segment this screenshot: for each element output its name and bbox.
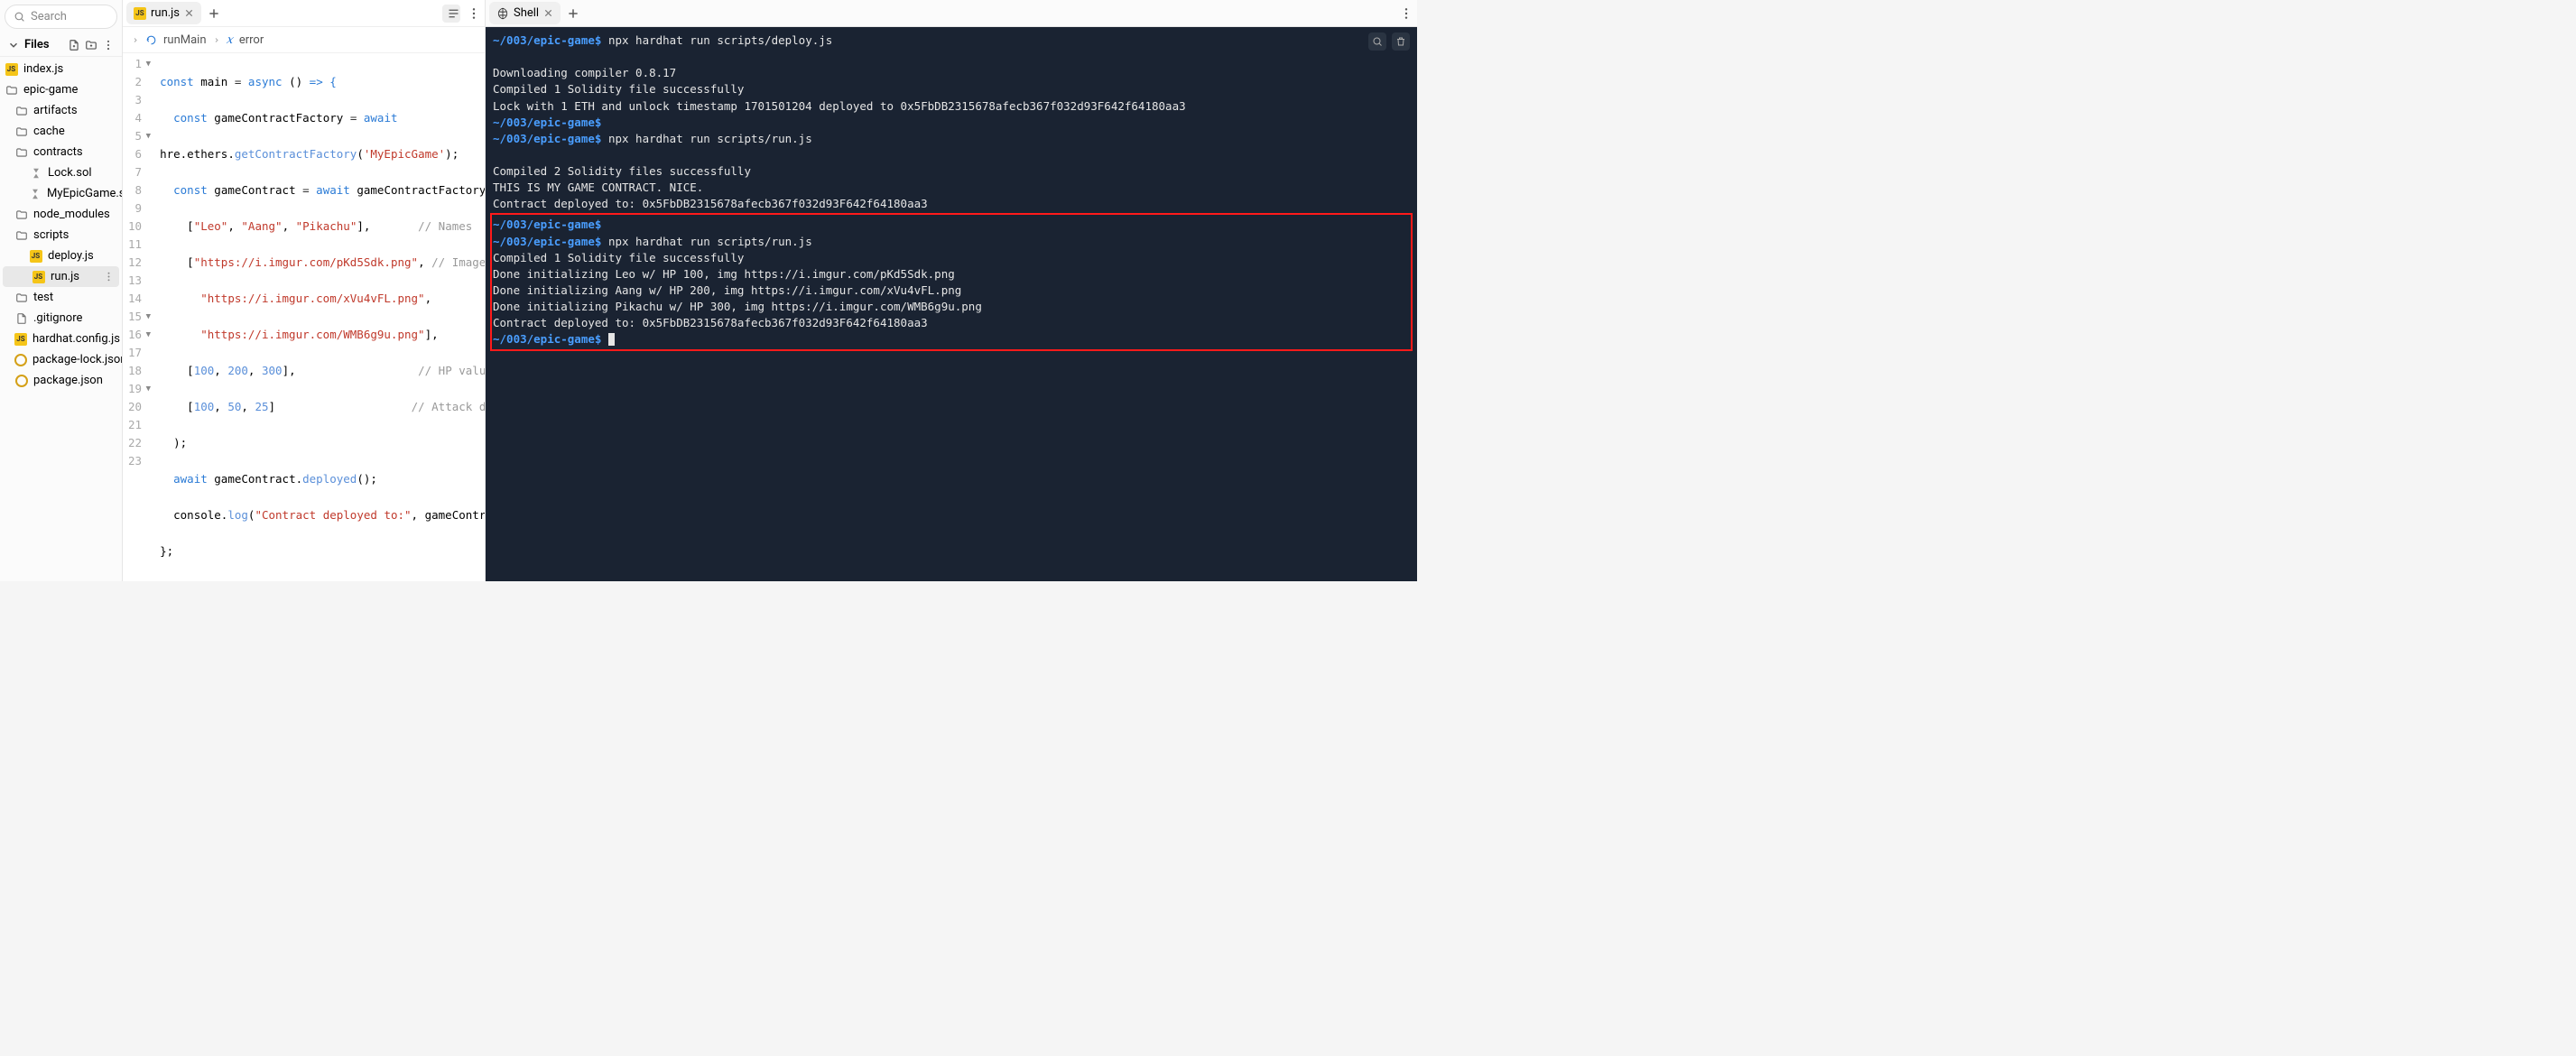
json-icon — [14, 354, 27, 366]
tree-item--gitignore[interactable]: .gitignore — [0, 308, 122, 329]
files-label: Files — [24, 38, 50, 51]
tree-item-label: deploy.js — [48, 249, 94, 263]
shell-icon — [496, 7, 509, 20]
tree-item-label: scripts — [33, 228, 69, 242]
tree-item-epic-game[interactable]: epic-game — [0, 79, 122, 100]
tree-item-node_modules[interactable]: node_modules — [0, 204, 122, 225]
tree-item-MyEpicGame-sol[interactable]: MyEpicGame.sol — [0, 183, 122, 204]
breadcrumb-var: error — [239, 33, 264, 47]
tree-item-test[interactable]: test — [0, 287, 122, 308]
tree-item-label: artifacts — [33, 104, 78, 117]
close-icon[interactable] — [543, 8, 553, 18]
tab-label: Shell — [514, 6, 539, 20]
tree-item-scripts[interactable]: scripts — [0, 225, 122, 245]
word-wrap-button[interactable] — [442, 5, 460, 23]
terminal-panel: Shell ~/003/epic-game$ npx hardhat run s… — [486, 0, 1417, 581]
terminal-tab-bar: Shell — [486, 0, 1417, 27]
tree-item-label: epic-game — [23, 83, 78, 97]
js-icon: JS — [134, 7, 146, 20]
breadcrumb-fn: runMain — [163, 33, 207, 47]
code-content: const main = async () => { const gameCon… — [147, 53, 485, 581]
tab-label: run.js — [151, 6, 180, 20]
tree-item-hardhat-config-js[interactable]: JS hardhat.config.js — [0, 329, 122, 349]
search-icon — [14, 11, 25, 23]
file-icon — [14, 311, 28, 325]
tree-item-label: MyEpicGame.sol — [47, 187, 122, 200]
fold-icon[interactable]: ▼ — [146, 310, 151, 323]
terminal-actions — [1368, 32, 1410, 51]
breadcrumb[interactable]: runMain 𝑥 error — [123, 27, 485, 53]
files-header[interactable]: Files — [0, 33, 122, 57]
variable-icon: 𝑥 — [227, 32, 233, 47]
tree-item-label: contracts — [33, 145, 83, 159]
tree-item-index-js[interactable]: JS index.js — [0, 59, 122, 79]
json-icon — [15, 375, 28, 387]
new-file-icon[interactable] — [68, 39, 80, 51]
tree-item-label: node_modules — [33, 208, 110, 221]
tree-item-label: package-lock.json — [32, 353, 122, 366]
search-input[interactable]: Search — [5, 5, 117, 29]
more-icon[interactable] — [467, 6, 481, 21]
new-tab-icon[interactable] — [567, 7, 579, 20]
tree-item-run-js[interactable]: JS run.js — [3, 266, 119, 287]
sidebar: Search Files JS index.js epic-game artifact… — [0, 0, 123, 581]
solidity-icon — [29, 187, 42, 200]
tree-item-label: .gitignore — [33, 311, 82, 325]
chevron-right-icon — [213, 34, 220, 46]
folder-icon — [14, 228, 28, 242]
editor-tab-runjs[interactable]: JS run.js — [126, 2, 201, 24]
function-icon — [145, 34, 157, 46]
new-tab-icon[interactable] — [208, 7, 220, 20]
tree-item-artifacts[interactable]: artifacts — [0, 100, 122, 121]
fold-icon[interactable]: ▼ — [146, 383, 151, 395]
tree-item-deploy-js[interactable]: JS deploy.js — [0, 245, 122, 266]
more-icon[interactable] — [1399, 6, 1413, 21]
line-gutter: 1▼2345▼6789101112131415▼16▼171819▼202122… — [123, 53, 147, 581]
tree-item-Lock-sol[interactable]: Lock.sol — [0, 162, 122, 183]
js-icon: JS — [30, 250, 42, 263]
file-tree: JS index.js epic-game artifacts cache contrac… — [0, 57, 122, 393]
tree-item-label: Lock.sol — [48, 166, 92, 180]
folder-icon — [14, 291, 28, 304]
editor-panel: JS run.js runMain 𝑥 error 1▼2345▼6789101… — [123, 0, 486, 581]
tree-item-package-json[interactable]: package.json — [0, 370, 122, 391]
fold-icon[interactable]: ▼ — [146, 329, 151, 341]
more-icon[interactable] — [102, 39, 115, 51]
folder-icon — [14, 145, 28, 159]
js-icon: JS — [32, 271, 45, 283]
tree-item-label: run.js — [51, 270, 79, 283]
tree-item-cache[interactable]: cache — [0, 121, 122, 142]
cursor — [608, 333, 615, 346]
search-terminal-button[interactable] — [1368, 32, 1386, 51]
close-icon[interactable] — [184, 8, 194, 18]
editor-tab-bar: JS run.js — [123, 0, 485, 27]
wrap-icon — [447, 6, 460, 21]
tree-item-label: index.js — [23, 62, 63, 76]
solidity-icon — [29, 166, 42, 180]
search-placeholder: Search — [31, 10, 67, 23]
chevron-down-icon — [7, 39, 20, 51]
js-icon: JS — [14, 333, 27, 346]
folder-icon — [14, 125, 28, 138]
terminal-highlight: ~/003/epic-game$ ~/003/epic-game$ npx ha… — [490, 213, 1413, 351]
folder-icon — [5, 83, 18, 97]
clear-terminal-button[interactable] — [1392, 32, 1410, 51]
chevron-right-icon — [132, 34, 139, 46]
tree-item-label: cache — [33, 125, 65, 138]
new-folder-icon[interactable] — [85, 39, 97, 51]
tree-item-label: package.json — [33, 374, 103, 387]
fold-icon[interactable]: ▼ — [146, 58, 151, 70]
folder-icon — [14, 104, 28, 117]
terminal-output[interactable]: ~/003/epic-game$ npx hardhat run scripts… — [486, 27, 1417, 581]
code-editor[interactable]: 1▼2345▼6789101112131415▼16▼171819▼202122… — [123, 53, 485, 581]
js-icon: JS — [5, 63, 18, 76]
more-icon[interactable] — [103, 271, 115, 283]
terminal-tab-shell[interactable]: Shell — [489, 2, 561, 24]
fold-icon[interactable]: ▼ — [146, 130, 151, 143]
tree-item-label: test — [33, 291, 53, 304]
tree-item-contracts[interactable]: contracts — [0, 142, 122, 162]
tree-item-label: hardhat.config.js — [32, 332, 120, 346]
folder-icon — [14, 208, 28, 221]
tree-item-package-lock-json[interactable]: package-lock.json — [0, 349, 122, 370]
